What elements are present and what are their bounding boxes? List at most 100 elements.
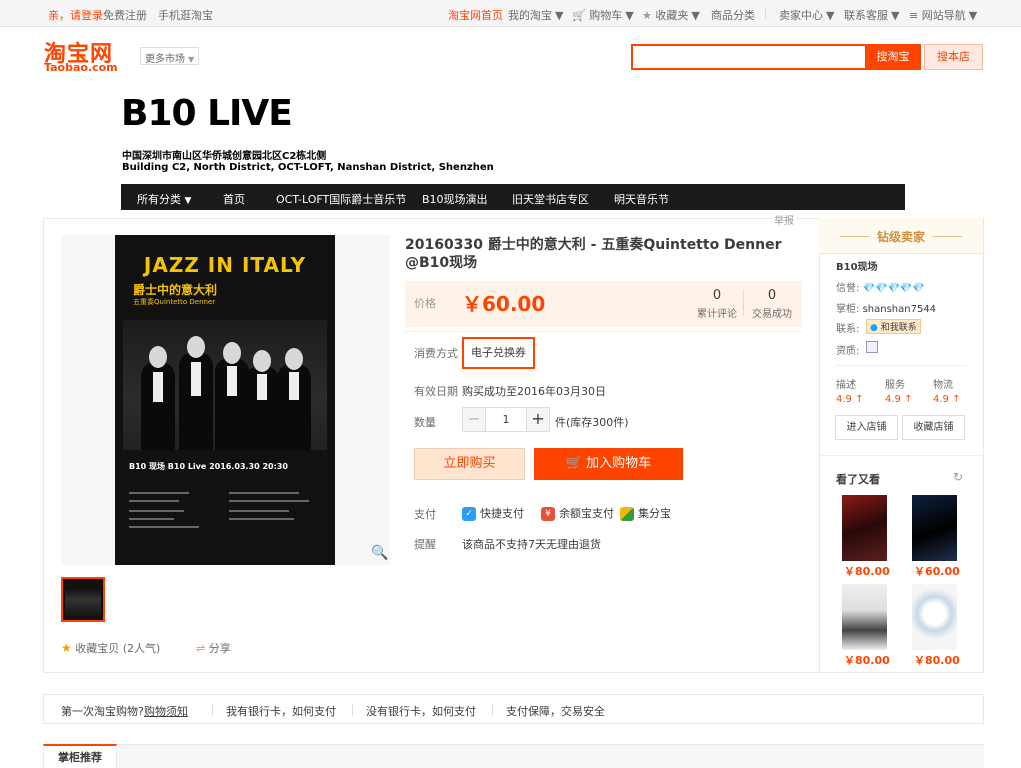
score-logistics: 物流 4.9 ↑ [933,376,960,405]
score-value: 4.9 ↑ [933,394,961,405]
shop-nav-bar: 所有分类 ▼ 首页 OCT-LOFT国际爵士音乐节 B10现场演出 旧天堂书店专… [121,184,905,210]
site-nav-label: 网站导航 [921,9,966,22]
search-input[interactable] [631,44,865,70]
favorites-label: 收藏夹 [655,9,689,22]
chevron-down-icon: ▼ [691,9,700,22]
divider [492,704,493,716]
search-shop-button[interactable]: 搜本店 [924,44,983,70]
shop-nav-home[interactable]: 首页 [223,191,245,207]
seller-shop-name[interactable]: B10现场 [836,258,878,273]
quantity-input[interactable]: 1 [486,407,526,432]
site-topbar: 亲，请登录 免费注册 手机逛淘宝 淘宝网首页 我的淘宝 ▼ 🛒 购物车 ▼ ★ 收藏… [0,0,1021,27]
cart-label: 购物车 [589,9,623,22]
categories-link[interactable]: 商品分类 [711,7,755,23]
reviews-count: 0 [712,288,722,303]
register-link[interactable]: 免费注册 [103,7,147,23]
qualification-label: 资质: [836,346,860,357]
shop-nav-live[interactable]: B10现场演出 [422,191,488,207]
share-button[interactable]: ⇌ 分享 [196,640,231,656]
payment-label: 支付 [414,508,436,521]
first-time-text: 第一次淘宝购物? [61,705,144,718]
my-taobao-menu[interactable]: 我的淘宝 ▼ [508,7,563,23]
taobao-logo-en: Taobao.com [44,61,118,74]
e-voucher-option[interactable]: 电子兑换券 [462,337,535,369]
recommendation-price: ￥60.00 [914,565,960,578]
shopping-guide-link[interactable]: 购物须知 [144,703,188,719]
enter-shop-button[interactable]: 进入店铺 [835,415,898,440]
payment-yuebao: ¥ 余额宝支付 [541,505,614,521]
reminder-label: 提醒 [414,538,436,551]
cart-icon: 🛒 [565,456,583,471]
payment-jifenbao: 集分宝 [620,505,671,521]
refresh-icon[interactable]: ↻ [953,470,963,484]
more-market-dropdown[interactable]: 更多市场 ▼ [140,47,199,65]
star-icon: ★ [61,641,72,655]
customer-service-menu[interactable]: 联系客服 ▼ [844,7,899,23]
star-icon: ★ [642,9,652,22]
payment-guarantee-link[interactable]: 支付保障，交易安全 [506,703,605,719]
favorite-item-button[interactable]: ★ 收藏宝贝 (2人气) [61,640,160,656]
score-label: 物流 [933,380,953,391]
tab-keeper-recommend[interactable]: 掌柜推荐 [43,744,117,768]
add-to-cart-button[interactable]: 🛒 加入购物车 [534,448,683,480]
shop-nav-bookstore[interactable]: 旧天堂书店专区 [512,191,589,207]
score-label: 描述 [836,380,856,391]
with-bank-card-link[interactable]: 我有银行卡，如何支付 [226,703,336,719]
shop-address-cn: 中国深圳市南山区华侨城创意园北区C2栋北侧 [122,151,327,162]
report-link[interactable]: 举报 [772,212,796,227]
also-viewed-title: 看了又看 [836,473,880,486]
divider [212,704,213,716]
favorites-menu[interactable]: ★ 收藏夹 ▼ [642,7,700,23]
without-bank-card-link[interactable]: 没有银行卡，如何支付 [366,703,476,719]
taobao-home-link[interactable]: 淘宝网首页 [448,7,503,23]
login-link[interactable]: 亲，请登录 [48,7,103,23]
score-service: 服务 4.9 ↑ [885,376,912,405]
quantity-decrease-button[interactable]: − [462,407,486,432]
shop-address-en: Building C2, North District, OCT-LOFT, N… [122,162,494,173]
favorite-shop-button[interactable]: 收藏店铺 [902,415,965,440]
qualification-icon[interactable] [866,341,878,353]
product-main-image[interactable]: JAZZ IN ITALY 爵士中的意大利 五重奏Quintetto Denne… [115,235,335,565]
shop-nav-jazz-festival[interactable]: OCT-LOFT国际爵士音乐节 [276,191,406,207]
mobile-taobao-link[interactable]: 手机逛淘宝 [158,7,213,23]
site-nav-menu[interactable]: ≡ 网站导航 ▼ [909,7,977,23]
reviews-stat[interactable]: 0 累计评论 [692,288,742,320]
quantity-increase-button[interactable]: + [526,407,550,432]
chevron-down-icon: ▼ [891,9,900,22]
contact-seller-button[interactable]: ● 和我联系 [866,319,921,334]
buy-now-button[interactable]: 立即购买 [414,448,525,480]
more-market-label: 更多市场 [145,54,185,65]
zoom-icon[interactable]: 🔍 [371,545,388,561]
contact-seller-label: 和我联系 [880,323,917,333]
recommendation-image[interactable] [912,495,957,561]
chevron-down-icon: ▼ [555,9,564,22]
poster-subtitle: 五重奏Quintetto Denner [133,298,216,306]
shop-banner-title: B10 LIVE [121,93,293,134]
service-label: 联系客服 [844,9,888,22]
menu-icon: ≡ [909,9,919,22]
product-thumbnail[interactable] [61,577,105,622]
price-label: 价格 [414,297,436,310]
recommendation-image[interactable] [842,495,887,561]
jifenbao-icon [620,507,634,521]
chevron-down-icon: ▼ [968,9,978,22]
search-taobao-button[interactable]: 搜淘宝 [865,44,921,70]
shop-nav-label: 所有分类 [137,193,181,206]
seller-center-menu[interactable]: 卖家中心 ▼ [779,7,834,23]
add-to-cart-label: 加入购物车 [586,456,652,471]
shop-nav-music-festival[interactable]: 明天音乐节 [614,191,669,207]
triangle-down-icon: ▼ [184,196,192,206]
recommendation-image[interactable] [912,584,957,650]
keeper-row: 掌柜: shanshan7544 [836,300,936,315]
score-value: 4.9 ↑ [836,394,864,405]
share-icon: ⇌ [196,642,206,655]
divider [352,704,353,716]
divider [819,455,983,456]
divider [765,8,766,19]
yuebao-icon: ¥ [541,507,555,521]
credit-label: 信誉: [836,283,860,294]
recommendation-image[interactable] [842,584,887,650]
cart-menu[interactable]: 🛒 购物车 ▼ [572,7,634,23]
poster-fine-print [129,490,321,530]
shop-nav-all-categories[interactable]: 所有分类 ▼ [137,191,191,207]
